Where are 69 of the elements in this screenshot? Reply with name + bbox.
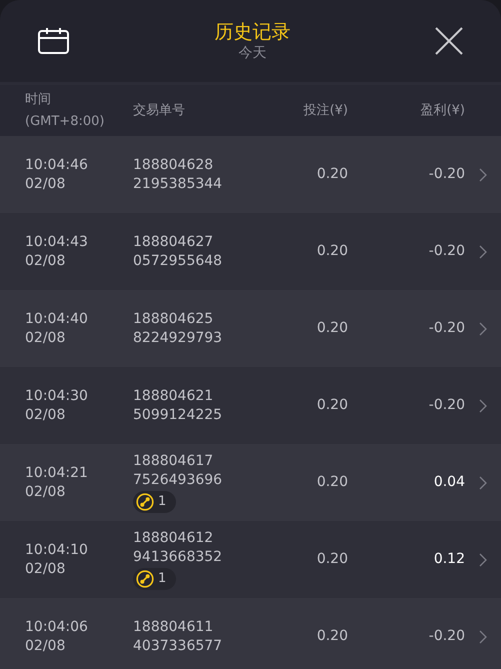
time-text: 10:04:10	[25, 540, 89, 560]
time-text: 10:04:21	[25, 464, 89, 482]
order-number: 188804611	[133, 618, 214, 636]
order-number: 8224929793	[133, 328, 224, 348]
chevron-icon	[479, 244, 487, 258]
bet-amount: 0.20	[316, 166, 348, 182]
order-number: 188804627	[133, 232, 214, 252]
profit-amount: 0.04	[434, 474, 465, 490]
profit-amount: -0.20	[428, 243, 465, 259]
chevron-icon	[479, 630, 487, 644]
time-text: 10:04:43	[25, 232, 89, 252]
order-number: 188804617	[133, 452, 214, 471]
calendar-icon[interactable]	[38, 27, 70, 55]
spin-count: 1	[158, 493, 166, 512]
column-header: 时间	[25, 90, 52, 108]
bet-amount: 0.20	[316, 320, 348, 336]
order-number: 0572955648	[133, 252, 224, 270]
bet-amount: 0.20	[316, 397, 348, 413]
order-number: 9413668352	[133, 548, 224, 567]
history-row[interactable]: 10:04:40 02/08 188804625 8224929793 0.20 -0.20	[0, 290, 501, 367]
history-row[interactable]: 10:04:46 02/08 188804628 2195385344 0.20 -0.20	[0, 136, 501, 213]
order-number: 2195385344	[133, 174, 224, 194]
bet-amount: 0.20	[316, 474, 348, 490]
column-header: 交易单号	[133, 102, 186, 120]
date-text: 02/08	[25, 174, 66, 194]
column-header: 投注(¥)	[303, 102, 348, 120]
close-icon[interactable]	[435, 27, 463, 55]
history-row[interactable]: 10:04:06 02/08 188804611 4037336577 0.20 -0.20	[0, 598, 501, 669]
date-text: 02/08	[25, 636, 66, 656]
profit-amount: -0.20	[428, 397, 465, 413]
profit-amount: 0.12	[434, 551, 465, 567]
time-text: 10:04:40	[25, 310, 89, 328]
order-number: 188804621	[133, 386, 214, 406]
chevron-icon	[479, 168, 487, 182]
date-text: 02/08	[25, 406, 66, 424]
column-header: 盈利(¥)	[420, 102, 465, 120]
spin-count: 1	[158, 570, 166, 588]
order-number: 188804612	[133, 529, 214, 548]
time-text: 10:04:06	[25, 618, 89, 636]
order-number: 4037336577	[133, 636, 224, 656]
order-number: 188804625	[133, 310, 214, 328]
order-number: 5099124225	[133, 406, 224, 424]
profit-amount: -0.20	[428, 320, 465, 336]
chevron-icon	[479, 398, 487, 412]
spin-icon	[136, 570, 154, 588]
chevron-icon	[479, 322, 487, 336]
bet-amount: 0.20	[316, 628, 348, 644]
order-number: 188804628	[133, 156, 214, 174]
time-text: 10:04:46	[25, 156, 89, 174]
profit-amount: -0.20	[428, 166, 465, 182]
bet-amount: 0.20	[316, 551, 348, 567]
history-row[interactable]: 10:04:43 02/08 188804627 0572955648 0.20 -0.20	[0, 213, 501, 290]
chevron-icon	[479, 552, 487, 566]
date-text: 02/08	[25, 328, 66, 348]
bet-amount: 0.20	[316, 243, 348, 259]
chevron-icon	[479, 476, 487, 490]
history-row[interactable]: 10:04:21 02/08 188804617 7526493696 1 0.20 0.04	[0, 444, 501, 521]
order-number: 7526493696	[133, 471, 224, 490]
time-text: 10:04:30	[25, 386, 89, 406]
profit-amount: -0.20	[428, 628, 465, 644]
spin-icon	[136, 493, 154, 511]
history-row[interactable]: 10:04:30 02/08 188804621 5099124225 0.20 -0.20	[0, 367, 501, 444]
timezone-label: (GMT+8:00)	[25, 112, 106, 130]
date-subtitle: 今天	[238, 44, 266, 62]
date-text: 02/08	[25, 252, 66, 270]
window-title: 历史记录	[214, 20, 290, 44]
date-text: 02/08	[25, 560, 66, 578]
history-row[interactable]: 10:04:10 02/08 188804612 9413668352 1 0.20 0.12	[0, 521, 501, 598]
date-text: 02/08	[25, 482, 66, 502]
